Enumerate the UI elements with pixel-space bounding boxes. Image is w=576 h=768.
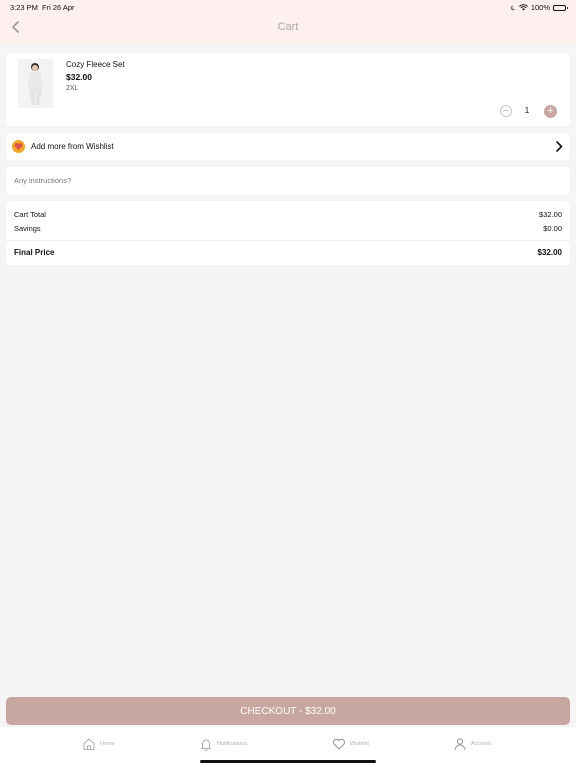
tab-account-label: Account: [471, 741, 491, 747]
dnd-icon: [510, 5, 516, 10]
tab-notifications[interactable]: Notifications: [199, 737, 247, 751]
heart-icon: [332, 738, 346, 750]
battery-icon: [553, 4, 568, 11]
product-price: $32.00: [66, 72, 92, 82]
battery-percent: 100%: [530, 3, 550, 12]
tab-account[interactable]: Account: [453, 737, 491, 751]
top-bar: 3:23 PM Fri 26 Apr 100% Cart: [0, 0, 576, 43]
savings-label: Savings: [14, 224, 41, 233]
final-price-label: Final Price: [14, 248, 55, 257]
final-price-value: $32.00: [537, 248, 562, 257]
divider: [6, 240, 570, 241]
tab-notifications-label: Notifications: [217, 741, 247, 747]
tab-home-label: Home: [100, 741, 115, 747]
savings-row: Savings $0.00: [14, 224, 562, 233]
bell-icon: [201, 739, 211, 751]
increase-quantity-button[interactable]: +: [544, 105, 557, 118]
status-date: Fri 26 Apr: [42, 3, 75, 12]
cart-item-card: Cozy Fleece Set $32.00 2XL – 1 +: [6, 53, 570, 126]
checkout-button[interactable]: CHECKOUT - $32.00: [6, 697, 570, 725]
product-image[interactable]: [18, 59, 53, 108]
decrease-quantity-button[interactable]: –: [500, 105, 512, 117]
page-title: Cart: [277, 21, 299, 33]
home-indicator: [200, 760, 376, 763]
home-icon: [83, 738, 95, 750]
cart-total-row: Cart Total $32.00: [14, 210, 562, 219]
cart-total-value: $32.00: [539, 210, 562, 219]
chevron-right-icon: [556, 141, 563, 152]
tab-wishlist-label: Wishlist: [350, 741, 369, 747]
status-right: 100%: [510, 3, 568, 12]
instructions-card: [6, 167, 570, 195]
product-size: 2XL: [66, 85, 79, 92]
wishlist-row-label: Add more from Wishlist: [31, 142, 114, 151]
final-price-row: Final Price $32.00: [14, 248, 562, 257]
user-icon: [454, 738, 466, 751]
cart-total-label: Cart Total: [14, 210, 46, 219]
wifi-icon: [518, 4, 528, 11]
quantity-value: 1: [524, 106, 530, 115]
tab-home[interactable]: Home: [82, 737, 115, 751]
tab-wishlist[interactable]: Wishlist: [332, 737, 369, 751]
savings-value: $0.00: [543, 224, 562, 233]
status-bar: 3:23 PM Fri 26 Apr 100%: [10, 3, 568, 13]
wishlist-row[interactable]: Add more from Wishlist: [6, 133, 570, 160]
instructions-input[interactable]: [14, 176, 554, 185]
status-time: 3:23 PM: [10, 3, 38, 12]
price-summary: Cart Total $32.00 Savings $0.00 Final Pr…: [6, 201, 570, 265]
product-name[interactable]: Cozy Fleece Set: [66, 60, 125, 69]
wishlist-heart-icon: [12, 140, 25, 153]
